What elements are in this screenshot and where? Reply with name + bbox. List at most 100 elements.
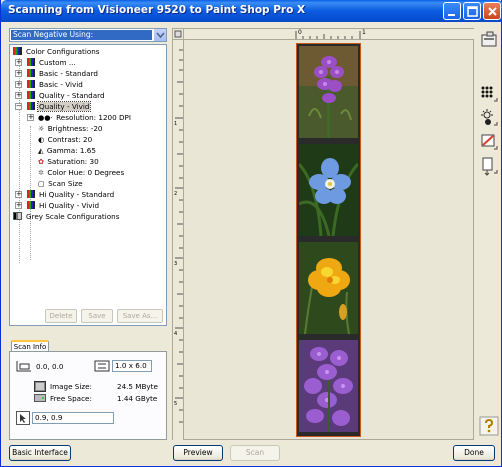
expand-icon[interactable]: +: [27, 114, 34, 121]
scanner-options-icon: [481, 31, 497, 47]
ruler-mark-v1: 1: [174, 121, 178, 127]
scan-size-button[interactable]: [479, 156, 499, 176]
scan-size-icon: ▢: [38, 179, 45, 188]
color-hue-icon: ✲: [38, 168, 45, 177]
ruler-mark-1: 1: [362, 29, 366, 36]
tree-item-color-hue[interactable]: ✲ Color Hue: 0 Degrees: [38, 167, 125, 178]
tree-item-gamma[interactable]: ◭ Gamma: 1.65: [38, 145, 97, 156]
scan-info-body: 0.0, 0.0 1.0 x 6.0 Image Size: 24.5 MByt…: [9, 351, 167, 440]
config-icon: [27, 201, 35, 209]
config-icon: [27, 80, 35, 88]
vertical-ruler: 1 2 3 4 5: [173, 40, 184, 440]
close-icon: [488, 7, 497, 16]
tree-item-quality-standard[interactable]: + Quality - Standard: [15, 90, 106, 101]
save-as-button[interactable]: Save As...: [117, 309, 163, 323]
tree-item-contrast[interactable]: ◐ Contrast: 20: [38, 134, 93, 145]
window-title: Scanning from Visioneer 9520 to Paint Sh…: [8, 4, 306, 16]
config-icon: [27, 69, 35, 77]
negative-strip-preview[interactable]: [296, 43, 361, 437]
brightness-icon: [481, 109, 498, 126]
scan-preview-area[interactable]: 0 1 1 2 3 4 5: [172, 28, 474, 440]
tree-item-hi-quality-vivid[interactable]: + Hi Quality - Vivid: [15, 200, 100, 211]
ruler-mark-v3: 3: [174, 261, 178, 267]
title-bar[interactable]: Scanning from Visioneer 9520 to Paint Sh…: [1, 0, 502, 22]
tree-item-hi-quality-standard[interactable]: + Hi Quality - Standard: [15, 189, 115, 200]
resolution-icon: [481, 86, 498, 102]
expand-icon[interactable]: +: [15, 81, 22, 88]
free-space-label: Free Space:: [50, 394, 92, 403]
minimize-button[interactable]: [443, 2, 461, 20]
expand-icon[interactable]: +: [15, 70, 22, 77]
frame-purple-cluster: [299, 340, 358, 432]
help-icon: [479, 416, 499, 436]
color-adjust-button[interactable]: [479, 132, 499, 152]
color-config-icon: [13, 47, 22, 55]
save-button[interactable]: Save: [81, 309, 113, 323]
horizontal-ruler: 0 1: [184, 29, 474, 40]
resolution-button[interactable]: [479, 84, 499, 104]
scan-size-icon: [482, 157, 498, 176]
help-button[interactable]: [479, 416, 499, 436]
right-toolbar: [477, 28, 501, 440]
brightness-contrast-button[interactable]: [479, 108, 499, 128]
pointer-position-value: 0.9, 0.9: [32, 412, 114, 424]
image-size-icon: [34, 381, 46, 392]
maximize-button[interactable]: [463, 2, 481, 20]
scan-info-panel: Scan Info 0.0, 0.0 1.0 x 6.0 Image Size:…: [9, 340, 167, 440]
drive-icon: [34, 394, 46, 402]
done-button[interactable]: Done: [453, 445, 495, 461]
ruler-mark-0: 0: [298, 29, 302, 36]
ruler-corner: [173, 29, 184, 40]
chevron-down-icon[interactable]: [153, 29, 166, 41]
config-icon: [27, 58, 35, 66]
contrast-icon: ◐: [38, 135, 45, 144]
tree-item-color-configurations[interactable]: Color Configurations: [13, 46, 101, 57]
resolution-icon: ●●·: [38, 113, 53, 122]
scan-size-value: 1.0 x 6.0: [112, 360, 152, 372]
grey-config-icon: [13, 212, 22, 220]
brightness-icon: ☼: [38, 124, 45, 133]
tree-item-scan-size[interactable]: ▢ Scan Size: [38, 178, 84, 189]
collapse-icon[interactable]: −: [15, 103, 22, 110]
minimize-icon: [448, 14, 455, 16]
tree-item-custom[interactable]: + Custom ...: [15, 57, 77, 68]
tree-item-quality-vivid[interactable]: − Quality - Vivid: [15, 101, 92, 112]
pointer-position-icon: [16, 411, 30, 425]
tree-item-brightness[interactable]: ☼ Brightness: -20: [38, 123, 103, 134]
maximize-icon: [467, 6, 478, 17]
saturation-icon: ✿: [38, 157, 45, 166]
scan-size-icon: [94, 360, 110, 372]
scan-mode-select[interactable]: Scan Negative Using:: [9, 28, 167, 42]
frame-blue-flower: [299, 144, 358, 236]
ruler-mark-v4: 4: [174, 331, 178, 337]
configuration-tree[interactable]: Color Configurations + Custom ... + Basi…: [9, 44, 167, 326]
tree-item-basic-standard[interactable]: + Basic - Standard: [15, 68, 99, 79]
gamma-icon: ◭: [38, 146, 44, 155]
scan-button[interactable]: Scan: [230, 445, 280, 461]
delete-button[interactable]: Delete: [45, 309, 77, 323]
scanner-options-button[interactable]: [479, 30, 499, 50]
preview-button[interactable]: Preview: [173, 445, 223, 461]
ruler-mark-v5: 5: [174, 401, 178, 407]
expand-icon[interactable]: +: [15, 59, 22, 66]
scanner-window: Scanning from Visioneer 9520 to Paint Sh…: [0, 0, 502, 467]
tree-item-grey-scale-configurations[interactable]: Grey Scale Configurations: [13, 211, 120, 222]
expand-icon[interactable]: +: [15, 191, 22, 198]
tree-item-basic-vivid[interactable]: + Basic - Vivid: [15, 79, 84, 90]
basic-interface-button[interactable]: Basic Interface: [9, 445, 71, 461]
expand-icon[interactable]: +: [15, 92, 22, 99]
tree-item-resolution[interactable]: + ●●· Resolution: 1200 DPI: [27, 112, 132, 123]
config-buttons: Delete Save Save As...: [9, 309, 167, 323]
image-size-value: 24.5 MByte: [117, 382, 158, 391]
color-adjust-icon: [481, 134, 498, 150]
config-icon: [27, 190, 35, 198]
expand-icon[interactable]: +: [15, 202, 22, 209]
image-size-label: Image Size:: [50, 382, 92, 391]
close-button[interactable]: [483, 2, 501, 20]
free-space-value: 1.44 GByte: [117, 394, 158, 403]
scan-origin-value: 0.0, 0.0: [36, 362, 64, 371]
tree-item-saturation[interactable]: ✿ Saturation: 30: [38, 156, 100, 167]
config-icon: [27, 91, 35, 99]
frame-purple-flower: [299, 46, 358, 138]
ruler-mark-v2: 2: [174, 191, 178, 197]
